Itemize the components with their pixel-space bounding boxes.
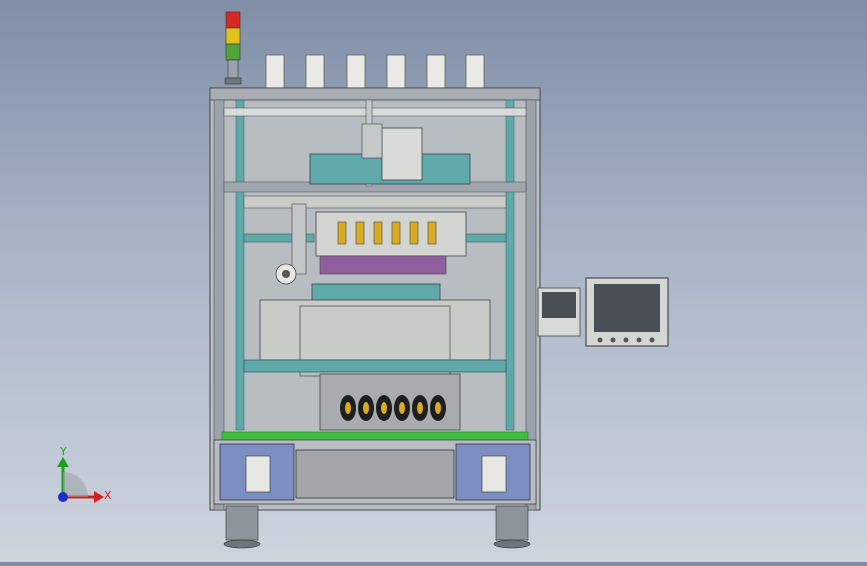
axis-triad: Y X: [57, 445, 112, 503]
hmi-screen: [585, 277, 669, 347]
casters: [223, 505, 531, 549]
base-cabinet: [213, 439, 537, 505]
y-axis-label: Y: [59, 445, 67, 458]
side-control-box: [537, 287, 581, 337]
cad-viewport[interactable]: Y X: [0, 0, 867, 562]
top-cylinders: [265, 54, 485, 90]
signal-tower: [224, 11, 242, 85]
x-axis-label: X: [104, 489, 112, 502]
green-strip: [221, 431, 529, 441]
